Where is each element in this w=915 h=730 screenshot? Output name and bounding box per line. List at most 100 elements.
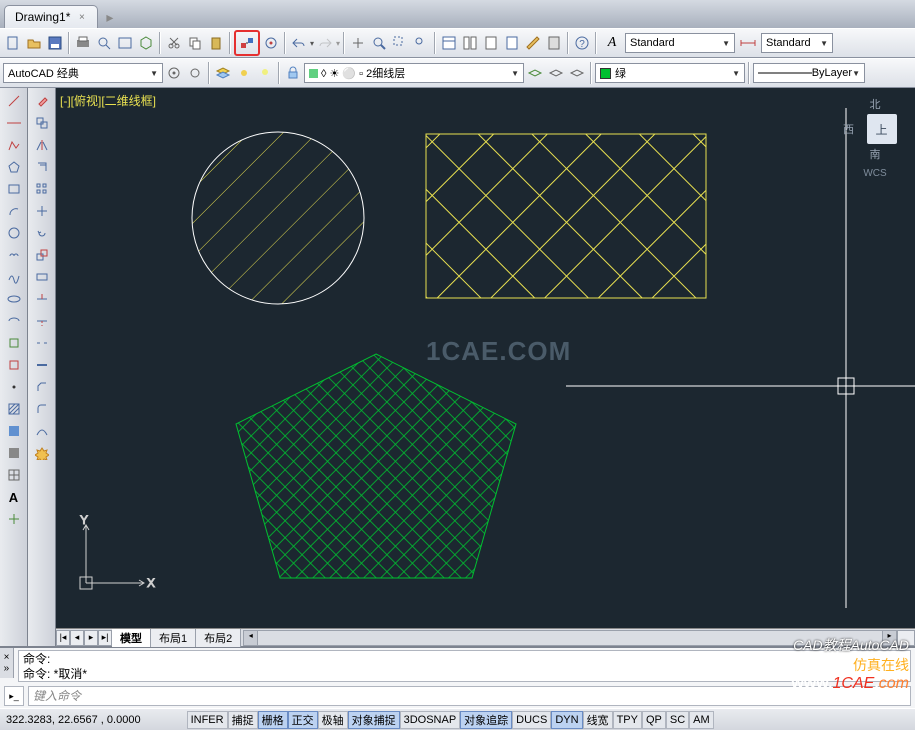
gradient-icon[interactable] <box>5 422 23 440</box>
bulb-icon[interactable] <box>255 63 275 83</box>
arc-icon[interactable] <box>5 202 23 220</box>
layer-prev-icon[interactable] <box>567 63 587 83</box>
blend-icon[interactable] <box>33 422 51 440</box>
paste-icon[interactable] <box>206 33 226 53</box>
color-dropdown[interactable]: 绿 ▼ <box>595 63 745 83</box>
match-props-icon[interactable] <box>237 33 257 53</box>
table-icon[interactable] <box>5 466 23 484</box>
text-style-dropdown[interactable]: Standard▼ <box>625 33 735 53</box>
join-icon[interactable] <box>33 356 51 374</box>
layer-state-icon[interactable] <box>525 63 545 83</box>
insert-icon[interactable] <box>5 334 23 352</box>
design-center-icon[interactable] <box>460 33 480 53</box>
status-对象追踪[interactable]: 对象追踪 <box>460 711 512 729</box>
addsel-icon[interactable] <box>5 510 23 528</box>
calc-icon[interactable] <box>544 33 564 53</box>
ellipse-icon[interactable] <box>5 290 23 308</box>
redo-icon[interactable] <box>315 33 335 53</box>
undo-icon[interactable] <box>289 33 309 53</box>
cube-west[interactable]: 西 <box>843 121 854 137</box>
move-icon[interactable] <box>33 202 51 220</box>
tab-layout2[interactable]: 布局2 <box>196 629 241 647</box>
tab-layout1[interactable]: 布局1 <box>151 629 196 647</box>
markup-icon[interactable] <box>523 33 543 53</box>
status-对象捕捉[interactable]: 对象捕捉 <box>348 711 400 729</box>
wcs-label[interactable]: WCS <box>843 168 907 179</box>
close-icon[interactable]: × <box>76 12 87 23</box>
block-make-icon[interactable] <box>5 356 23 374</box>
scale-icon[interactable] <box>33 246 51 264</box>
layer-iso-icon[interactable] <box>546 63 566 83</box>
line-icon[interactable] <box>5 92 23 110</box>
linetype-dropdown[interactable]: ByLayer▼ <box>753 63 865 83</box>
tab-model[interactable]: 模型 <box>112 629 151 647</box>
cube-north[interactable]: 北 <box>843 96 907 112</box>
print-icon[interactable] <box>73 33 93 53</box>
array-icon[interactable] <box>33 180 51 198</box>
erase-icon[interactable] <box>33 92 51 110</box>
trim-icon[interactable] <box>33 290 51 308</box>
status-sc[interactable]: SC <box>666 711 689 729</box>
document-tab[interactable]: Drawing1* × <box>4 5 98 28</box>
layer-dropdown[interactable]: ◊ ☀ ⚪ ▫ 2细线层 ▼ <box>304 63 524 83</box>
polygon-icon[interactable] <box>5 158 23 176</box>
workspace-dropdown[interactable]: AutoCAD 经典▼ <box>3 63 163 83</box>
status-ducs[interactable]: DUCS <box>512 711 551 729</box>
lock-icon[interactable] <box>283 63 303 83</box>
offset-icon[interactable] <box>33 158 51 176</box>
status-栅格[interactable]: 栅格 <box>258 711 288 729</box>
status-3dosnap[interactable]: 3DOSNAP <box>400 711 461 729</box>
revcloud-icon[interactable] <box>5 246 23 264</box>
3d-icon[interactable] <box>136 33 156 53</box>
mirror-icon[interactable] <box>33 136 51 154</box>
sheet-next-icon[interactable]: ▸ <box>84 630 98 646</box>
coordinates[interactable]: 322.3283, 22.6567 , 0.0000 <box>0 714 147 726</box>
stretch-icon[interactable] <box>33 268 51 286</box>
status-极轴[interactable]: 极轴 <box>318 711 348 729</box>
status-am[interactable]: AM <box>689 711 714 729</box>
tool-palette-icon[interactable] <box>481 33 501 53</box>
text-icon[interactable]: A <box>5 488 23 506</box>
sheet-first-icon[interactable]: |◂ <box>56 630 70 646</box>
status-qp[interactable]: QP <box>642 711 666 729</box>
status-dyn[interactable]: DYN <box>551 711 582 729</box>
layer-props-icon[interactable] <box>213 63 233 83</box>
command-input[interactable]: 键入命令 <box>28 686 911 706</box>
ellipse-arc-icon[interactable] <box>5 312 23 330</box>
new-icon[interactable] <box>3 33 23 53</box>
status-线宽[interactable]: 线宽 <box>583 711 613 729</box>
sheet-prev-icon[interactable]: ◂ <box>70 630 84 646</box>
help-icon[interactable]: ? <box>572 33 592 53</box>
textstyle-a-icon[interactable]: A <box>600 33 624 53</box>
pline-icon[interactable] <box>5 136 23 154</box>
properties-icon[interactable] <box>439 33 459 53</box>
sheet-set-icon[interactable] <box>502 33 522 53</box>
new-tab-button[interactable]: ▸ <box>98 7 121 28</box>
circle-icon[interactable] <box>5 224 23 242</box>
region-icon[interactable] <box>5 444 23 462</box>
save-icon[interactable] <box>45 33 65 53</box>
copy-icon[interactable] <box>185 33 205 53</box>
dimstyle-icon[interactable] <box>736 33 760 53</box>
rectangle-icon[interactable] <box>5 180 23 198</box>
view-cube[interactable]: 北 西 上 南 WCS <box>843 96 907 179</box>
cube-top-face[interactable]: 上 <box>867 114 897 144</box>
break-icon[interactable] <box>33 334 51 352</box>
extend-icon[interactable] <box>33 312 51 330</box>
fillet-icon[interactable] <box>33 400 51 418</box>
block-icon[interactable] <box>261 33 281 53</box>
workspace-settings-icon[interactable] <box>164 63 184 83</box>
cube-south[interactable]: 南 <box>843 146 907 162</box>
sun-icon[interactable] <box>234 63 254 83</box>
gear-icon[interactable] <box>185 63 205 83</box>
status-tpy[interactable]: TPY <box>613 711 642 729</box>
zoom-prev-icon[interactable] <box>411 33 431 53</box>
zoom-icon[interactable] <box>369 33 389 53</box>
open-icon[interactable] <box>24 33 44 53</box>
pan-icon[interactable] <box>348 33 368 53</box>
sheet-last-icon[interactable]: ▸| <box>98 630 112 646</box>
publish-icon[interactable] <box>115 33 135 53</box>
cmd-prompt-icon[interactable]: ▸_ <box>4 686 24 706</box>
status-正交[interactable]: 正交 <box>288 711 318 729</box>
dim-style-dropdown[interactable]: Standard▼ <box>761 33 833 53</box>
